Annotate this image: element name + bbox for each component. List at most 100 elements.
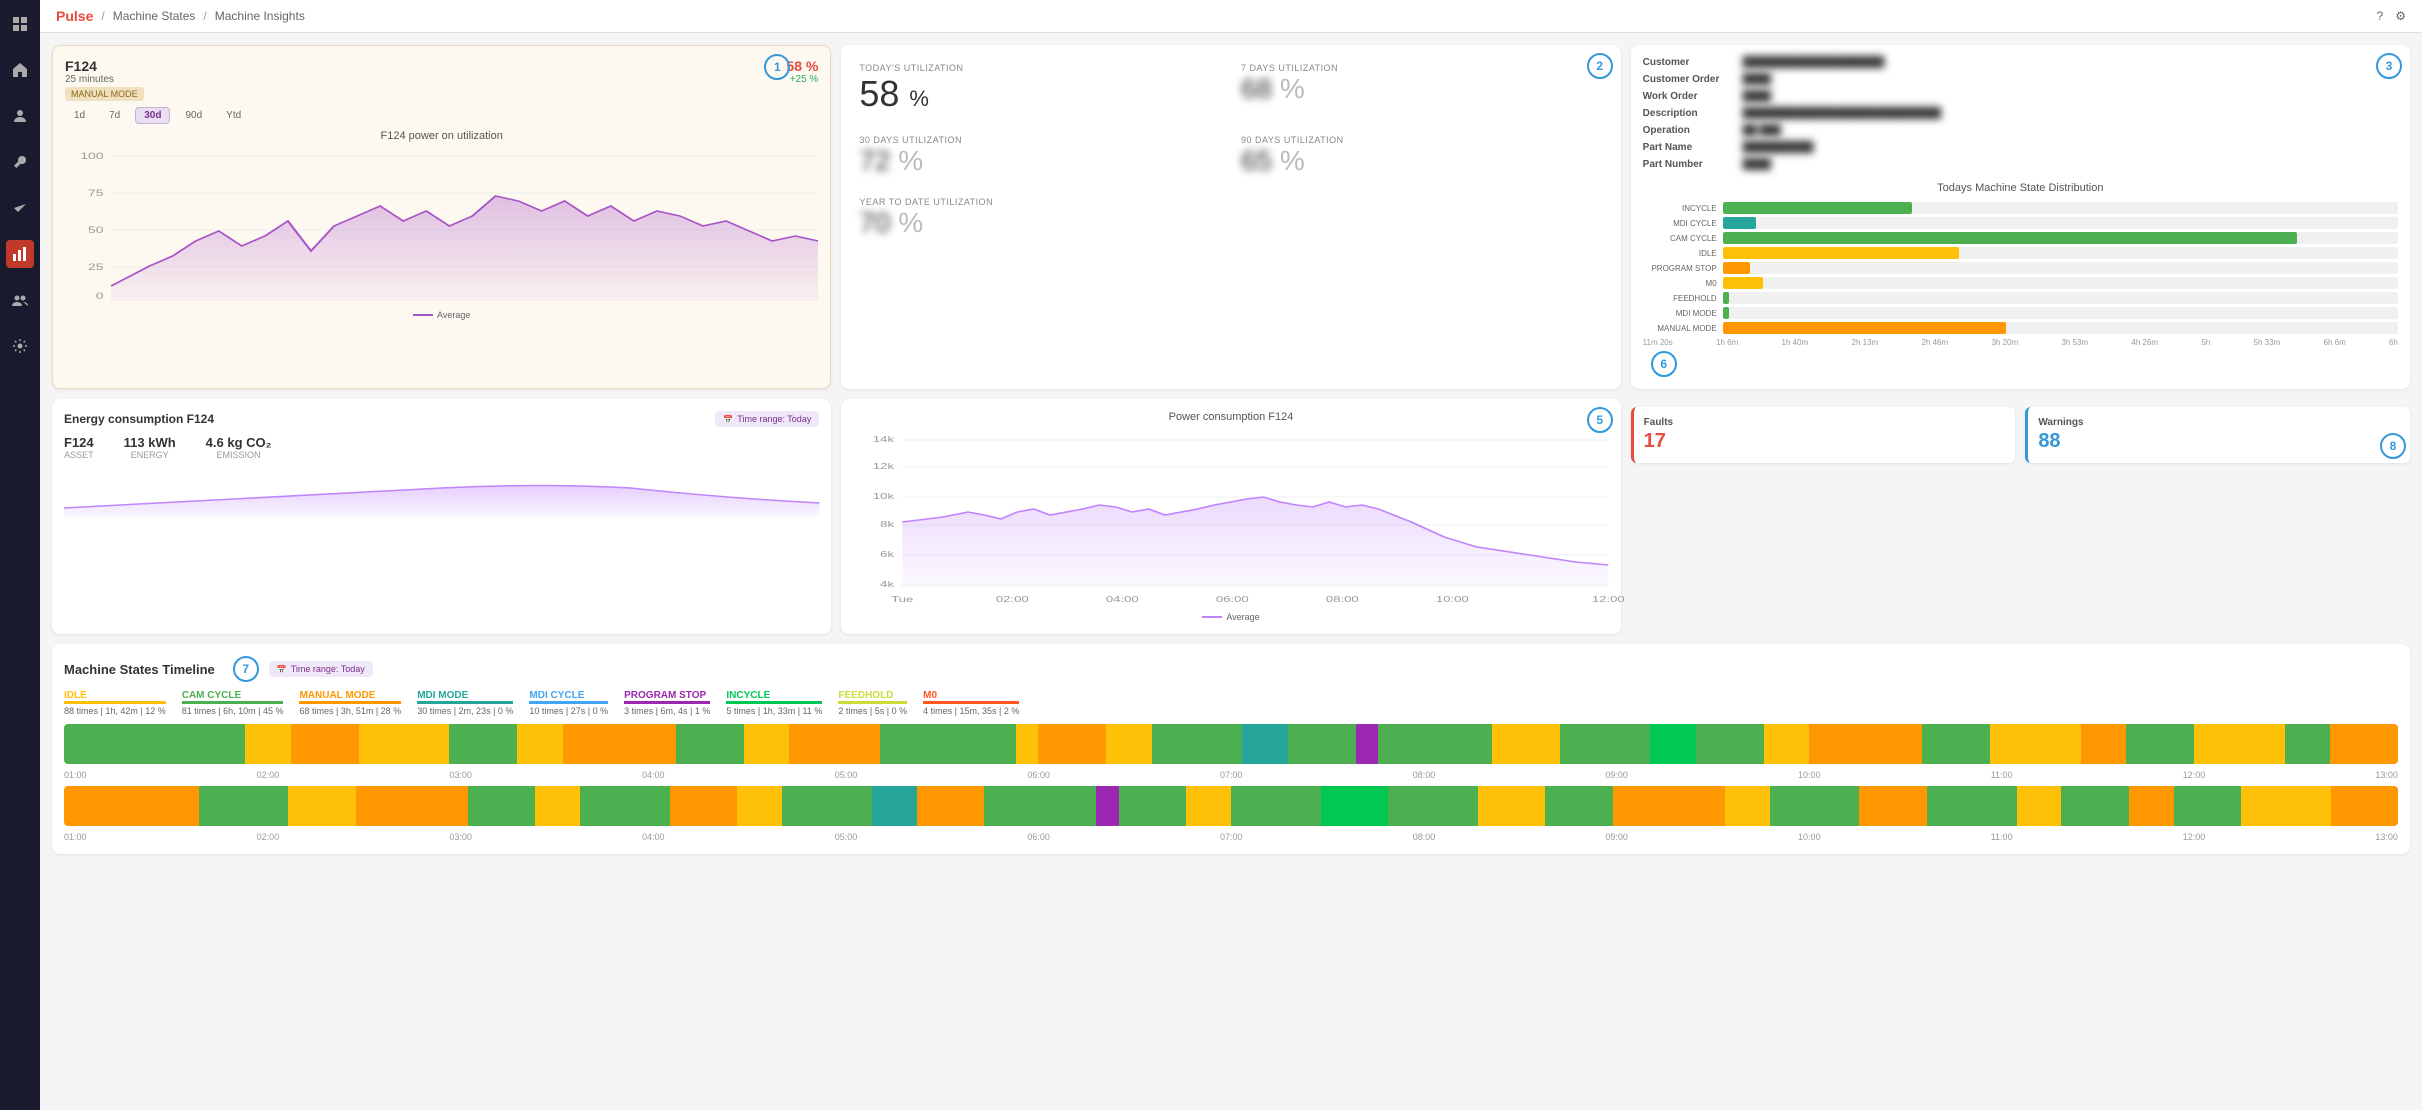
svg-text:12:00: 12:00 [1592,595,1625,604]
breadcrumb-sep2: / [203,9,206,23]
svg-text:75: 75 [88,188,103,198]
topbar-right: ? ⚙ [2377,9,2406,23]
util-90d-value: 65 % [1241,145,1603,177]
sidebar-icon-home[interactable] [6,56,34,84]
util-ytd-label: YEAR TO DATE UTILIZATION [859,197,1602,207]
app-logo: Pulse [56,8,93,24]
machine-utilization: 58 % +25 % [786,58,818,85]
breadcrumb-machine-states[interactable]: Machine States [113,9,196,23]
job-info-part-number: Part Number ████ [1643,159,2398,170]
settings-icon[interactable]: ⚙ [2395,9,2406,23]
topbar: Pulse / Machine States / Machine Insight… [40,0,2422,33]
util-7d: 7 DAYS UTILIZATION 68 % [1235,57,1609,121]
emission-value: 4.6 kg CO₂ [206,435,272,450]
card-utilization-stats: 2 TODAY'S UTILIZATION 58 % 7 DAYS UTILIZ… [841,45,1620,389]
timeline-axis-2: 01:0002:0003:0004:0005:0006:0007:0008:00… [64,832,2398,842]
legend-m0: M0 4 times | 15m, 35s | 2 % [923,690,1019,716]
timeline-bar-1 [64,724,2398,764]
legend-feedhold: FEEDHOLD 2 times | 5s | 0 % [838,690,907,716]
power-chart-legend: Average [853,612,1608,622]
svg-text:4k: 4k [881,580,896,589]
badge-2: 2 [1587,53,1613,79]
power-chart-svg: 14k 12k 10k 8k 6k 4k [853,427,1608,607]
timeline-bar-2 [64,786,2398,826]
legend-mdi-cycle: MDI CYCLE 10 times | 27s | 0 % [529,690,608,716]
sidebar-icon-grid[interactable] [6,10,34,38]
sidebar-icon-check[interactable] [6,194,34,222]
timeline-header: Machine States Timeline 7 📅 Time range: … [64,656,2398,682]
energy-header: Energy consumption F124 📅 Time range: To… [64,411,819,427]
util-ytd-value: 70 % [859,207,1602,239]
badge-7: 7 [233,656,259,682]
help-icon[interactable]: ? [2377,9,2384,23]
card-machine-utilization: F124 25 minutes MANUAL MODE 58 % +25 % 1… [52,45,831,389]
utilization-chart: 100 75 50 25 0 TueThuSatMonWedFriSunTueT… [65,146,818,306]
breadcrumb-sep1: / [101,9,104,23]
sidebar-icon-group[interactable] [6,286,34,314]
util-today-value: 58 % [859,73,1221,115]
period-tabs: 1d 7d 30d 90d Ytd [65,107,818,124]
tab-30d[interactable]: 30d [135,107,170,124]
time-range-button-timeline[interactable]: 📅 Time range: Today [269,661,373,677]
chart1-legend: Average [65,310,818,320]
tab-90d[interactable]: 90d [176,107,211,124]
legend-idle: IDLE 88 times | 1h, 42m | 12 % [64,690,166,716]
warnings-count: 88 [2038,430,2400,453]
job-info-work-order: Work Order ████ [1643,91,2398,102]
faults-card: Faults 17 [1631,407,2016,463]
util-90d-label: 90 DAYS UTILIZATION [1241,135,1603,145]
timeline-legend: IDLE 88 times | 1h, 42m | 12 % CAM CYCLE… [64,690,2398,716]
chart1-title: F124 power on utilization [65,130,818,142]
svg-text:10:00: 10:00 [1436,595,1469,604]
energy-metrics: F124 ASSET 113 kWh ENERGY 4.6 kg CO₂ EMI… [64,435,819,460]
tab-ytd[interactable]: Ytd [217,107,250,124]
mid-row: Energy consumption F124 📅 Time range: To… [52,399,2410,634]
timeline-axis-1: 01:0002:0003:0004:0005:0006:0007:0008:00… [64,770,2398,780]
time-range-button-energy[interactable]: 📅 Time range: Today [715,411,819,427]
state-axis: 11m 20s1h 6m1h 40m2h 13m2h 46m3h 20m3h 5… [1643,338,2398,347]
legend-mdi-mode: MDI MODE 30 times | 2m, 23s | 0 % [417,690,513,716]
util-grid: TODAY'S UTILIZATION 58 % 7 DAYS UTILIZAT… [853,57,1608,245]
timeline-title: Machine States Timeline [64,662,215,677]
util-7d-label: 7 DAYS UTILIZATION [1241,63,1603,73]
energy-title: Energy consumption F124 [64,412,214,426]
sidebar-icon-tool[interactable] [6,148,34,176]
sidebar-icon-user[interactable] [6,102,34,130]
legend-program-stop: PROGRAM STOP 3 times | 6m, 4s | 1 % [624,690,710,716]
sidebar-icon-settings[interactable] [6,332,34,360]
machine-pct-delta: +25 % [786,74,818,85]
tab-1d[interactable]: 1d [65,107,94,124]
sidebar [0,0,40,1110]
main-content: Pulse / Machine States / Machine Insight… [40,0,2422,1110]
machine-id: F124 [65,58,144,74]
svg-text:Tue: Tue [892,595,914,604]
util-7d-value: 68 % [1241,73,1603,105]
legend-manual-mode: MANUAL MODE 68 times | 3h, 51m | 28 % [299,690,401,716]
metric-asset: F124 ASSET [64,435,94,460]
warnings-card: Warnings 88 8 [2025,407,2410,463]
tab-7d[interactable]: 7d [100,107,129,124]
machine-header: F124 25 minutes MANUAL MODE 58 % +25 % [65,58,818,101]
svg-text:14k: 14k [873,435,895,444]
asset-value: F124 [64,435,94,450]
state-bars: INCYCLE MDI CYCLE CAM CYCLE IDLE PROGRAM… [1643,202,2398,334]
emission-label: EMISSION [206,450,272,460]
badge-3: 3 [2376,53,2402,79]
timeline-section: Machine States Timeline 7 📅 Time range: … [52,644,2410,854]
breadcrumb-machine-insights[interactable]: Machine Insights [215,9,305,23]
legend-cam-cycle: CAM CYCLE 81 times | 6h, 10m | 45 % [182,690,284,716]
job-info-fields: Customer ████████████████████ Customer O… [1643,57,2398,170]
svg-text:10k: 10k [873,492,895,501]
card-power-consumption: 5 Power consumption F124 14k 12k 10k 8k … [841,399,1620,634]
badge-5: 5 [1587,407,1613,433]
svg-text:04:00: 04:00 [1106,595,1139,604]
power-chart-title: Power consumption F124 [853,411,1608,423]
state-dist-title: Todays Machine State Distribution [1643,182,2398,194]
sidebar-icon-chart[interactable] [6,240,34,268]
chart1-legend-label: Average [437,310,470,320]
faults-count: 17 [1644,430,2006,453]
metric-energy: 113 kWh ENERGY [124,435,176,460]
job-info-description: Description ████████████████████████████ [1643,108,2398,119]
faults-label: Faults [1644,417,2006,428]
job-info-operation: Operation ██ ███ [1643,125,2398,136]
